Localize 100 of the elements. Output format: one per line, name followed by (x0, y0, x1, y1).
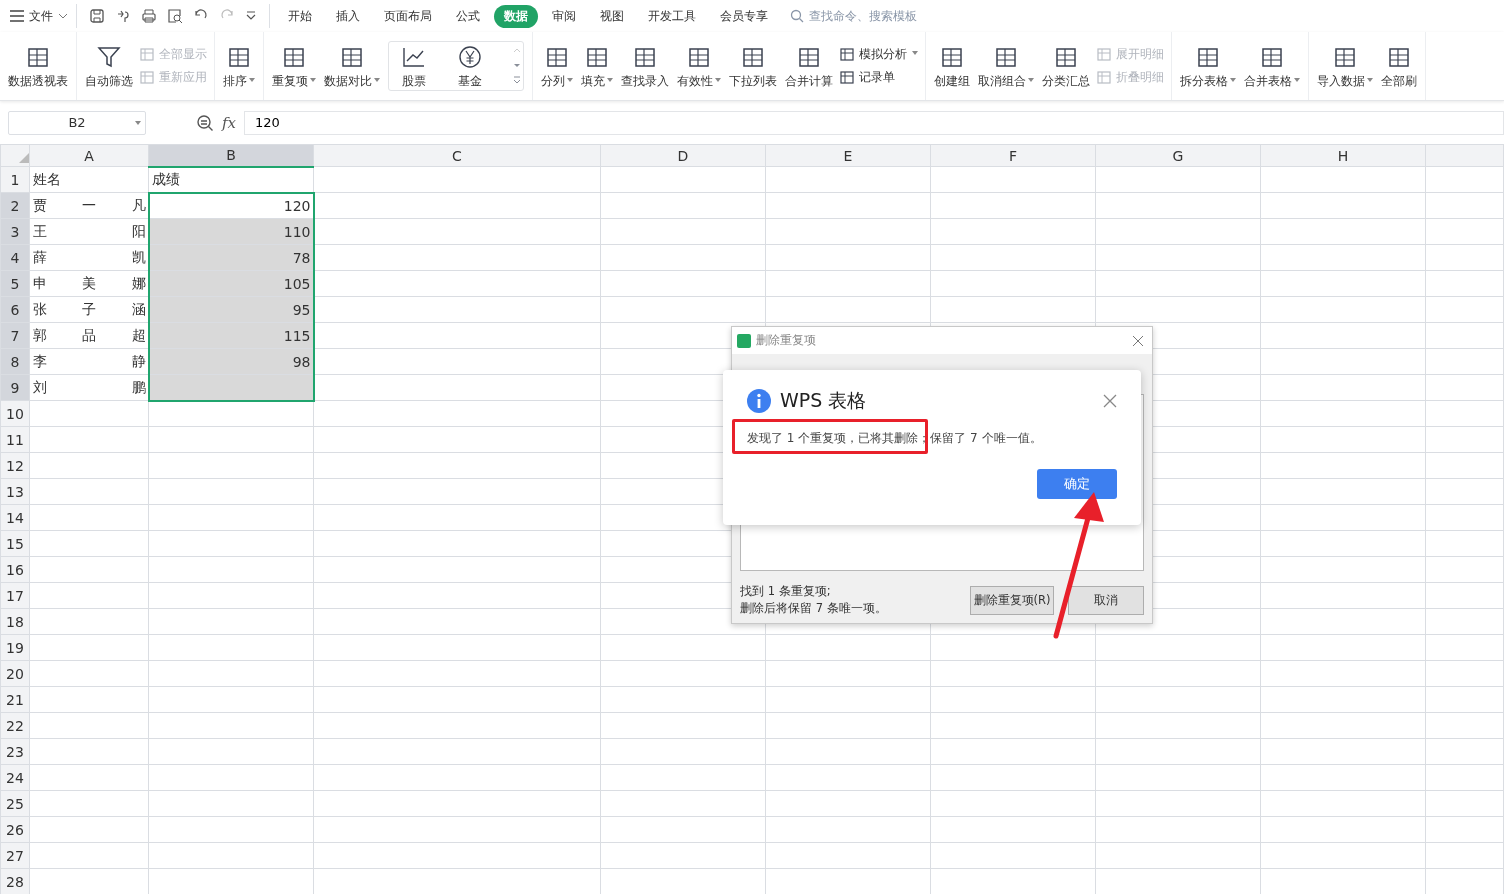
ribbon-button[interactable]: 排序 (219, 39, 259, 93)
ribbon-tab[interactable]: 公式 (446, 4, 490, 28)
ribbon-button[interactable]: 合并表格 (1240, 39, 1304, 93)
table-icon (1097, 47, 1113, 62)
row-header[interactable]: 20 (0, 660, 30, 687)
app-logo-icon (737, 333, 751, 348)
print-icon[interactable] (141, 8, 157, 24)
row-header[interactable]: 27 (0, 842, 30, 869)
row-header[interactable]: 23 (0, 738, 30, 765)
ribbon-button[interactable]: 取消组合 (974, 39, 1038, 93)
ribbon-tab[interactable]: 插入 (326, 4, 370, 28)
row-header[interactable]: 17 (0, 582, 30, 609)
row-header[interactable]: 12 (0, 452, 30, 479)
row-header[interactable]: 4 (0, 244, 30, 271)
ribbon-button[interactable]: 有效性 (673, 39, 725, 93)
ribbon-tab[interactable]: 视图 (590, 4, 634, 28)
ribbon-button[interactable]: 下拉列表 (725, 39, 781, 93)
ribbon-button[interactable]: 数据透视表 (4, 39, 72, 93)
menu-icon (10, 10, 24, 22)
ribbon-tab[interactable]: 开始 (278, 4, 322, 28)
ribbon-button[interactable]: 查找录入 (617, 39, 673, 93)
row-header[interactable]: 2 (0, 192, 30, 219)
message-title: WPS 表格 (780, 388, 868, 413)
function-button[interactable]: fx (222, 113, 236, 132)
row-header[interactable]: 11 (0, 426, 30, 453)
ok-button[interactable]: 确定 (1037, 469, 1117, 499)
ribbon-button[interactable]: 模拟分析 (840, 47, 918, 62)
ribbon-tab[interactable]: 开发工具 (638, 4, 706, 28)
ribbon-button[interactable]: 合并计算 (781, 39, 837, 93)
row-header[interactable]: 19 (0, 634, 30, 661)
table-cell-text: 105 (282, 275, 312, 292)
ribbon-button[interactable]: 数据对比 (320, 39, 384, 93)
row-header[interactable]: 3 (0, 218, 30, 245)
column-header[interactable]: A (29, 144, 149, 167)
scroll-arrows-icon[interactable] (513, 46, 521, 86)
row-header[interactable]: 16 (0, 556, 30, 583)
row-header[interactable]: 9 (0, 374, 30, 401)
row-header[interactable]: 10 (0, 400, 30, 427)
table-cell-text: 成绩 (151, 170, 180, 187)
table-cell-text: 刘鹏 (32, 378, 147, 397)
row-header[interactable]: 22 (0, 712, 30, 739)
column-header[interactable]: D (600, 144, 766, 167)
column-header[interactable]: F (930, 144, 1096, 167)
table-cell-text: 98 (291, 353, 312, 370)
table-cell-text: 115 (282, 327, 312, 344)
ribbon-button[interactable]: 股票 (397, 39, 431, 93)
table-cell-text: 贾一凡 (32, 196, 147, 215)
ribbon-tab[interactable]: 会员专享 (710, 4, 778, 28)
ribbon-button[interactable]: 导入数据 (1313, 39, 1377, 93)
row-header[interactable]: 1 (0, 166, 30, 193)
ribbon-button[interactable]: 全部刷 (1377, 39, 1421, 93)
ribbon-button[interactable]: 基金 (453, 39, 487, 93)
chevron-icon (58, 13, 68, 19)
save-icon[interactable] (89, 8, 105, 24)
row-header[interactable]: 15 (0, 530, 30, 557)
ribbon-tab[interactable]: 页面布局 (374, 4, 442, 28)
preview-icon[interactable] (167, 8, 183, 24)
column-header[interactable]: B (148, 144, 314, 167)
info-icon (747, 389, 771, 413)
ribbon-button[interactable]: 创建组 (930, 39, 974, 93)
row-header[interactable]: 14 (0, 504, 30, 531)
row-header[interactable]: 28 (0, 868, 30, 894)
formula-field[interactable]: 120 (244, 110, 1504, 135)
table-icon (840, 47, 856, 62)
file-menu[interactable]: 文件 (10, 7, 68, 25)
row-header[interactable]: 6 (0, 296, 30, 323)
row-header[interactable]: 25 (0, 790, 30, 817)
column-header[interactable]: G (1095, 144, 1261, 167)
row-header[interactable]: 5 (0, 270, 30, 297)
status-text: 找到 1 条重复项; (740, 584, 832, 599)
ribbon-button[interactable]: 填充 (577, 39, 617, 93)
ribbon-button[interactable]: 自动筛选 (81, 39, 137, 93)
row-header[interactable]: 8 (0, 348, 30, 375)
row-header[interactable]: 21 (0, 686, 30, 713)
dialog-button[interactable]: 删除重复项(R) (970, 585, 1054, 615)
table-cell-text: 姓名 (32, 170, 61, 187)
dialog-button[interactable]: 取消 (1068, 585, 1144, 615)
name-box[interactable]: B2 (8, 110, 146, 135)
zoom-icon[interactable] (196, 113, 214, 132)
ribbon-button[interactable]: 拆分表格 (1176, 39, 1240, 93)
row-header[interactable]: 7 (0, 322, 30, 349)
column-header[interactable]: E (765, 144, 931, 167)
row-header[interactable]: 24 (0, 764, 30, 791)
ribbon-button[interactable]: 分类汇总 (1038, 39, 1094, 93)
column-header[interactable]: H (1260, 144, 1426, 167)
table-icon (140, 70, 156, 85)
ribbon-tab[interactable]: 审阅 (542, 4, 586, 28)
column-header[interactable]: C (313, 144, 601, 167)
ribbon-button[interactable]: 重复项 (268, 39, 320, 93)
close-icon[interactable] (1103, 394, 1117, 408)
ribbon-button[interactable]: 记录单 (840, 70, 918, 85)
dropdown-icon[interactable] (245, 10, 257, 22)
close-icon[interactable] (1132, 334, 1144, 347)
row-header[interactable]: 26 (0, 816, 30, 843)
message-text: 发现了 1 个重复项，已将其删除；保留了 7 个唯一值。 (747, 430, 1043, 447)
ribbon-button[interactable]: 分列 (537, 39, 577, 93)
table-cell-text: 王阳 (32, 222, 147, 241)
table-cell-text: 薛凯 (32, 248, 147, 267)
row-header[interactable]: 18 (0, 608, 30, 635)
row-header[interactable]: 13 (0, 478, 30, 505)
